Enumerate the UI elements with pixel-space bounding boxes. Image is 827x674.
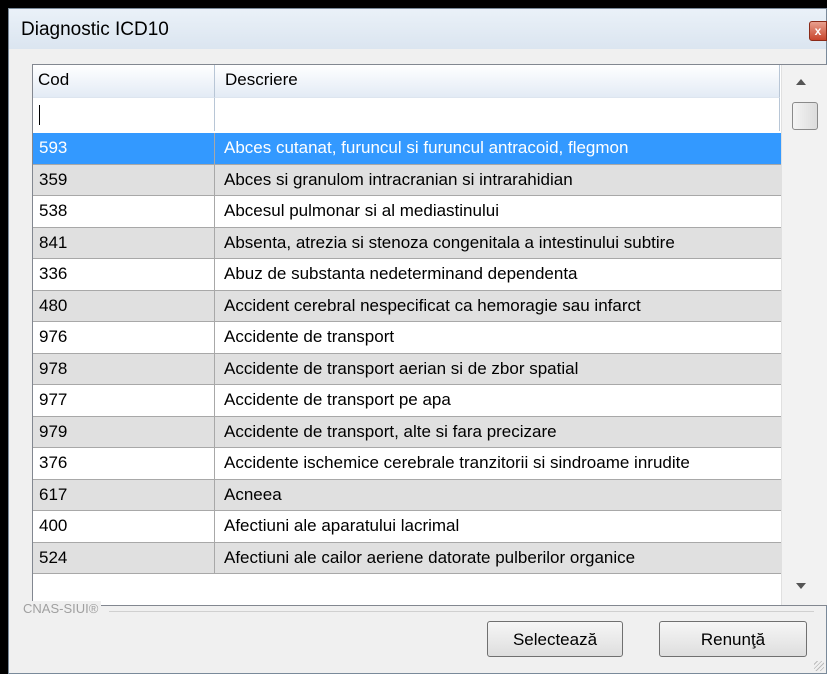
text-caret (39, 105, 40, 125)
cell-code: 480 (33, 290, 215, 321)
cell-code: 359 (33, 164, 215, 195)
cell-description: Accidente de transport (224, 327, 395, 346)
cell-code: 617 (33, 479, 215, 510)
scroll-up-arrow-icon[interactable] (796, 79, 806, 85)
dialog-window: Diagnostic ICD10 x Cod Descriere 593 Abc… (8, 8, 827, 674)
cell-code: 593 (33, 133, 215, 164)
table-row[interactable]: 593 Abces cutanat, furuncul si furuncul … (33, 133, 781, 165)
window-title: Diagnostic ICD10 (21, 19, 169, 40)
cell-code: 524 (33, 542, 215, 573)
filter-cell-code (33, 98, 215, 131)
table-row[interactable]: 376 Accidente ischemice cerebrale tranzi… (33, 448, 781, 480)
close-icon: x (814, 24, 822, 38)
top-border (0, 0, 827, 8)
scroll-down-arrow-icon[interactable] (796, 583, 806, 589)
cell-code: 841 (33, 227, 215, 258)
left-border (0, 0, 8, 674)
table-row[interactable]: 359 Abces si granulom intracranian si in… (33, 164, 781, 196)
cell-description: Afectiuni ale cailor aeriene datorate pu… (224, 547, 636, 567)
cell-code: 538 (33, 196, 215, 227)
cell-description: Afectiuni ale aparatului lacrimal (224, 516, 460, 535)
cell-description: Absenta, atrezia si stenoza congenitala … (224, 232, 675, 252)
footer-group-label: CNAS-SIUI® (23, 601, 102, 616)
table-rows: 593 Abces cutanat, furuncul si furuncul … (33, 133, 781, 574)
table-row[interactable]: 977 Accidente de transport pe apa (33, 385, 781, 417)
cell-description: Accidente de transport pe apa (224, 390, 451, 409)
filter-input-code[interactable] (33, 98, 213, 130)
table-row[interactable]: 538 Abcesul pulmonar si al mediastinului (33, 196, 781, 228)
table-row[interactable]: 978 Accidente de transport aerian si de … (33, 353, 781, 385)
select-button[interactable]: Selectează (487, 621, 623, 657)
table-row[interactable]: 976 Accidente de transport (33, 322, 781, 354)
table-row[interactable]: 617 Acneea (33, 479, 781, 511)
table-row[interactable]: 524 Afectiuni ale cailor aeriene datorat… (33, 542, 781, 574)
cell-code: 400 (33, 511, 215, 542)
cell-description: Abuz de substanta nedeterminand dependen… (224, 264, 578, 283)
cell-description: Accidente de transport aerian si de zbor… (224, 358, 579, 378)
cell-code: 976 (33, 322, 215, 353)
cell-code: 978 (33, 353, 215, 384)
table-row[interactable]: 400 Afectiuni ale aparatului lacrimal (33, 511, 781, 543)
cell-description: Abces cutanat, furuncul si furuncul antr… (224, 138, 629, 157)
cell-description: Acneea (224, 484, 282, 504)
cancel-button[interactable]: Renunţă (659, 621, 807, 657)
cell-description: Abcesul pulmonar si al mediastinului (224, 201, 499, 220)
cell-description: Abces si granulom intracranian si intrar… (224, 169, 573, 189)
column-header-code[interactable]: Cod (33, 65, 215, 98)
table-row[interactable]: 336 Abuz de substanta nedeterminand depe… (33, 259, 781, 291)
cell-code: 977 (33, 385, 215, 416)
resize-grip-icon[interactable] (814, 661, 824, 671)
title-bar: Diagnostic ICD10 x (9, 9, 827, 49)
footer-divider (109, 611, 814, 612)
table-row[interactable]: 979 Accidente de transport, alte si fara… (33, 416, 781, 448)
cell-code: 336 (33, 259, 215, 290)
filter-cell-description (215, 98, 780, 131)
diagnosis-grid: Cod Descriere 593 Abces cutanat, furuncu… (32, 64, 827, 606)
table-row[interactable]: 480 Accident cerebral nespecificat ca he… (33, 290, 781, 322)
cell-description: Accidente ischemice cerebrale tranzitori… (224, 453, 690, 472)
close-button[interactable]: x (809, 21, 827, 41)
vertical-scrollbar[interactable] (781, 65, 827, 605)
cell-code: 979 (33, 416, 215, 447)
cell-code: 376 (33, 448, 215, 479)
cell-description: Accidente de transport, alte si fara pre… (224, 421, 557, 441)
filter-input-description[interactable] (215, 98, 759, 130)
table-row[interactable]: 841 Absenta, atrezia si stenoza congenit… (33, 227, 781, 259)
column-header-description[interactable]: Descriere (215, 65, 780, 98)
cell-description: Accident cerebral nespecificat ca hemora… (224, 295, 641, 315)
scrollbar-thumb[interactable] (792, 102, 818, 130)
